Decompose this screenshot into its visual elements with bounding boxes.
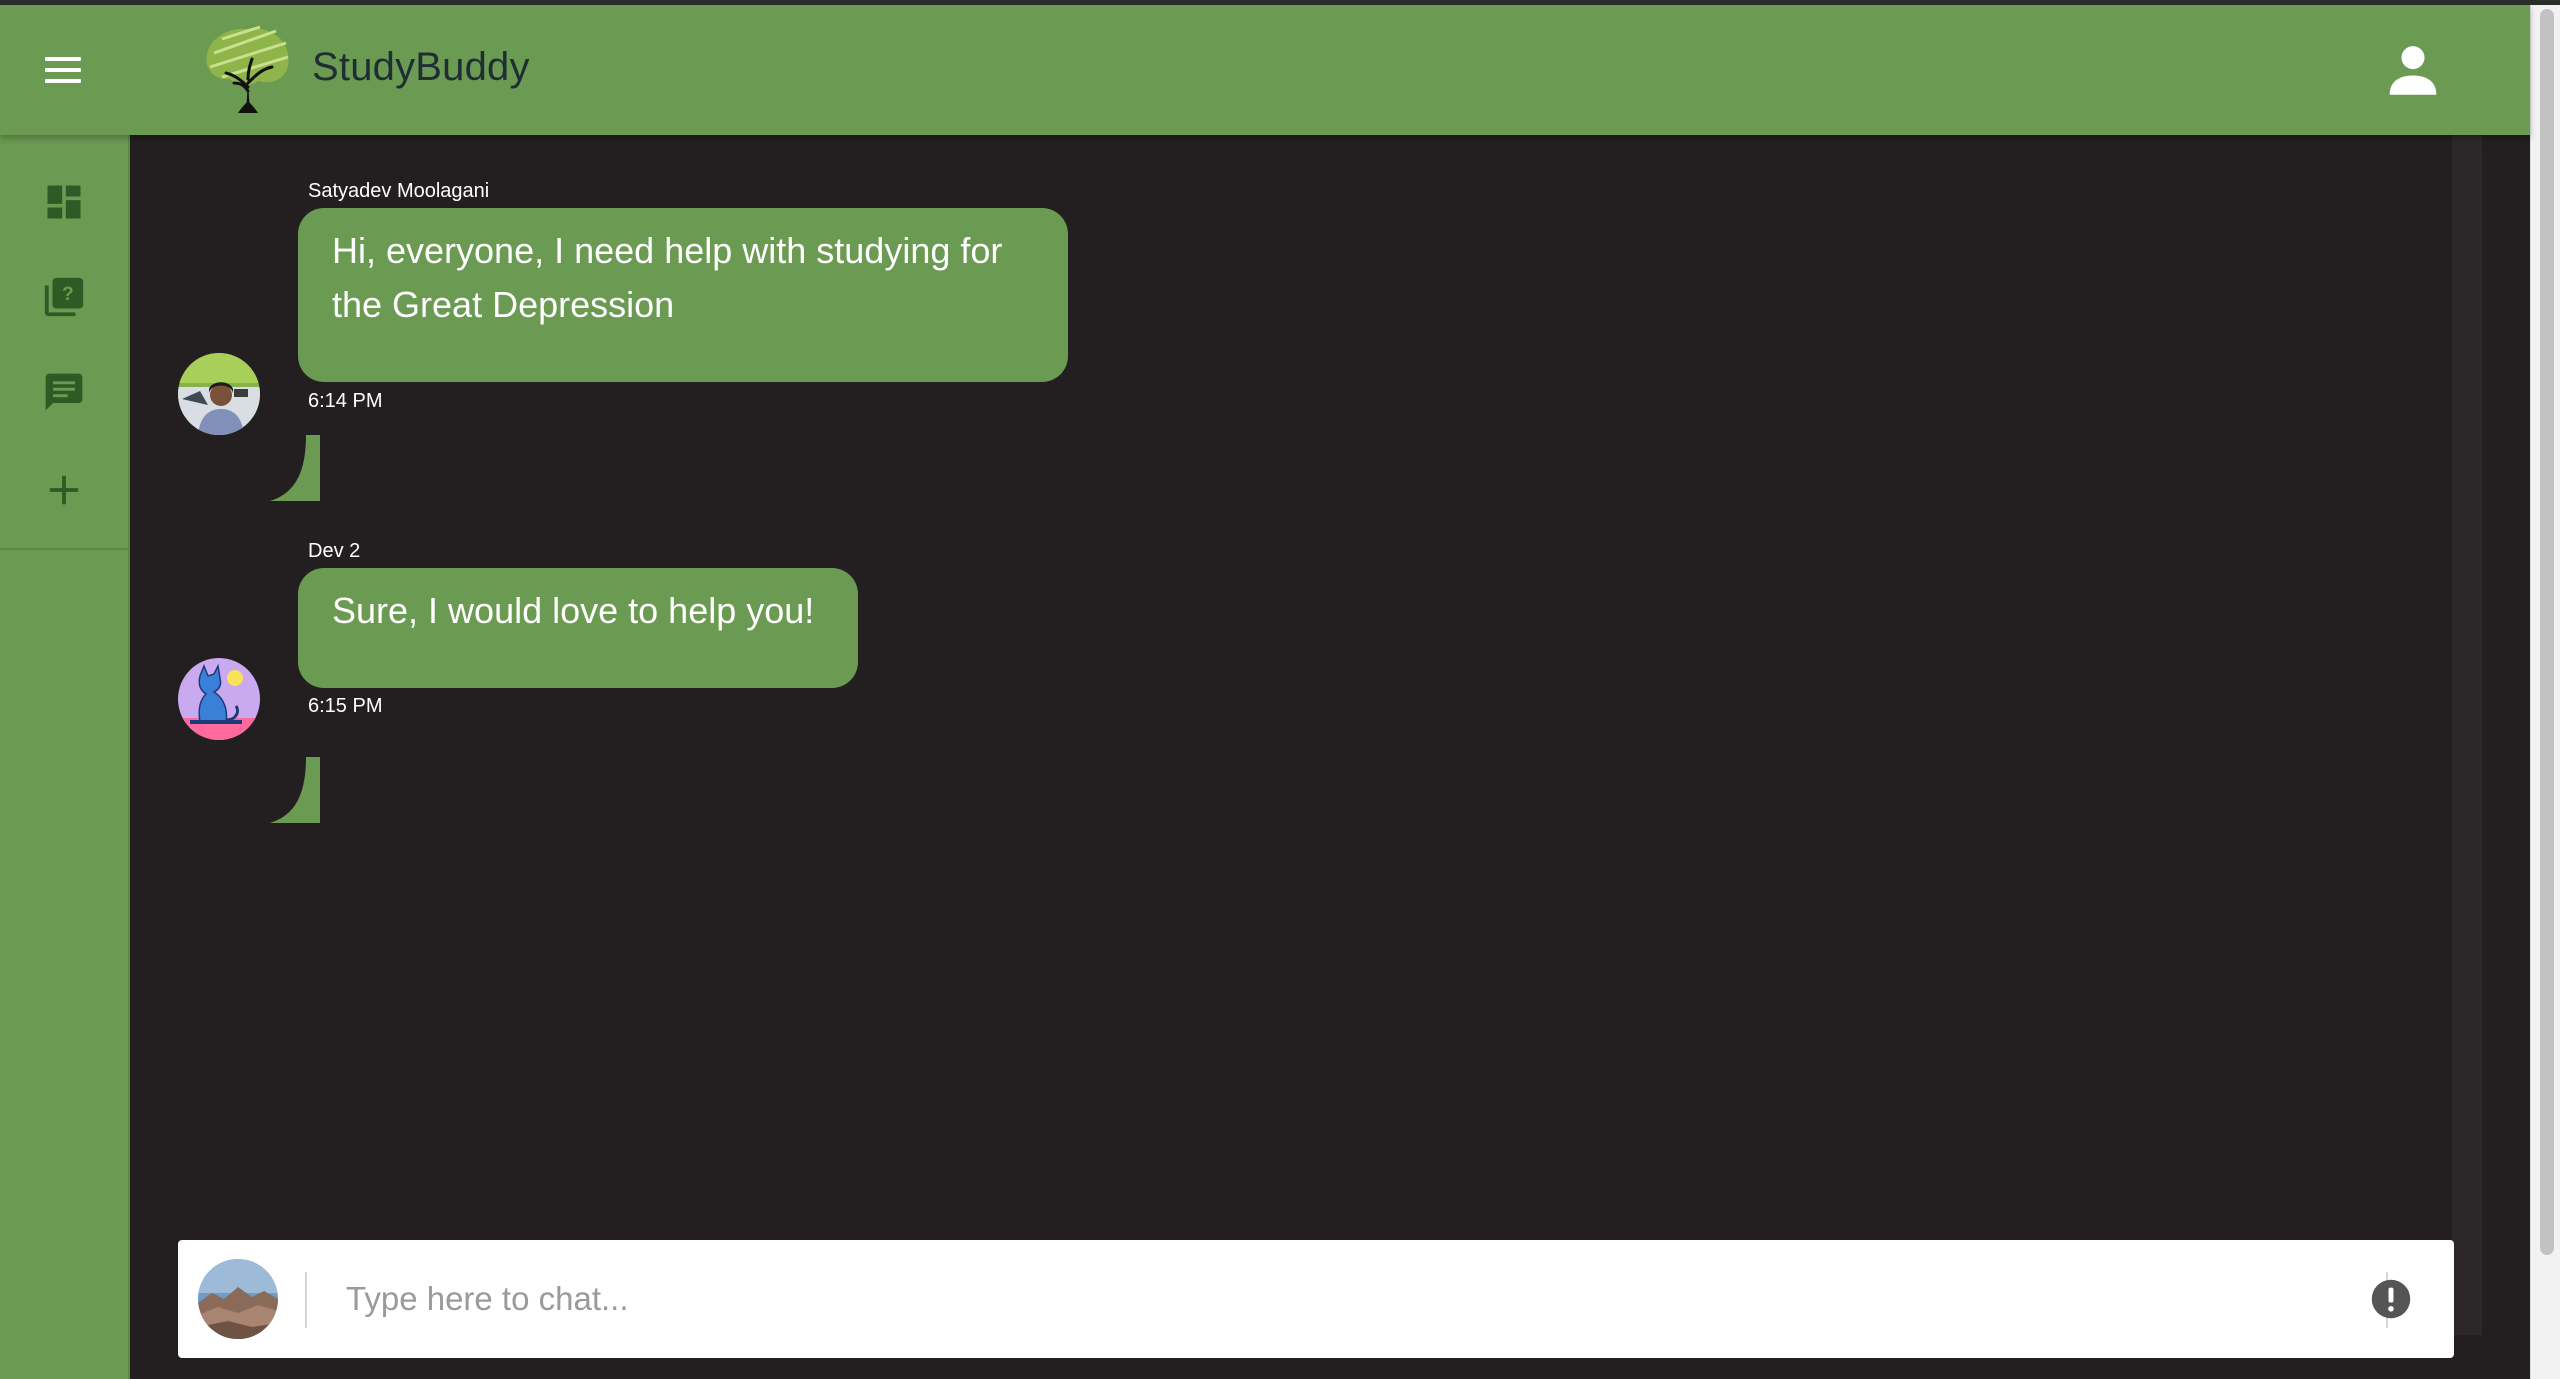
dashboard-icon (47, 185, 81, 219)
landscape-photo-avatar[interactable] (198, 1259, 278, 1339)
message-sender-name: Dev 2 (308, 540, 361, 562)
question-library-icon: ? (44, 277, 84, 317)
bubble-tail (270, 435, 320, 501)
message-sender-name: Satyadev Moolagani (308, 180, 490, 202)
tree-logo-icon (206, 25, 289, 113)
top-app-bar: StudyBuddy (0, 5, 2530, 135)
svg-text:?: ? (62, 284, 74, 305)
window-scrollbar[interactable] (2530, 5, 2560, 1379)
add-plus-icon (49, 475, 79, 505)
sidebar-divider (0, 548, 130, 550)
chat-composer (178, 1240, 2454, 1358)
cartoon-cat-avatar[interactable] (178, 658, 260, 740)
chat-message-input[interactable] (346, 1264, 2306, 1334)
alert-exclamation-icon[interactable] (2370, 1278, 2412, 1320)
message-time: 6:14 PM (308, 390, 383, 412)
brand-name: StudyBuddy (312, 45, 530, 89)
message-bubble: Sure, I would love to help you! (298, 568, 858, 688)
chat-panel: Satyadev Moolagani Hi, everyone, I need … (130, 135, 2530, 1379)
message-time: 6:15 PM (308, 695, 383, 717)
nav-chat-button[interactable] (35, 363, 93, 421)
user-photo-avatar[interactable] (178, 353, 260, 435)
nav-dashboard-button[interactable] (35, 173, 93, 231)
app-root: StudyBuddy ? Satyadev Moolagani Hi, ever… (0, 0, 2560, 1379)
nav-questions-button[interactable]: ? (35, 268, 93, 326)
account-person-icon[interactable] (2380, 37, 2446, 103)
window-scrollbar-thumb[interactable] (2540, 9, 2554, 1255)
chat-message-icon (45, 373, 83, 411)
hamburger-menu-icon[interactable] (36, 43, 90, 97)
nav-add-button[interactable] (35, 461, 93, 519)
message-bubble: Hi, everyone, I need help with studying … (298, 208, 1068, 382)
composer-divider (305, 1272, 307, 1328)
side-navigation: ? (0, 135, 130, 1379)
chat-scroll-track[interactable] (2452, 135, 2482, 1335)
bubble-tail (270, 757, 320, 823)
